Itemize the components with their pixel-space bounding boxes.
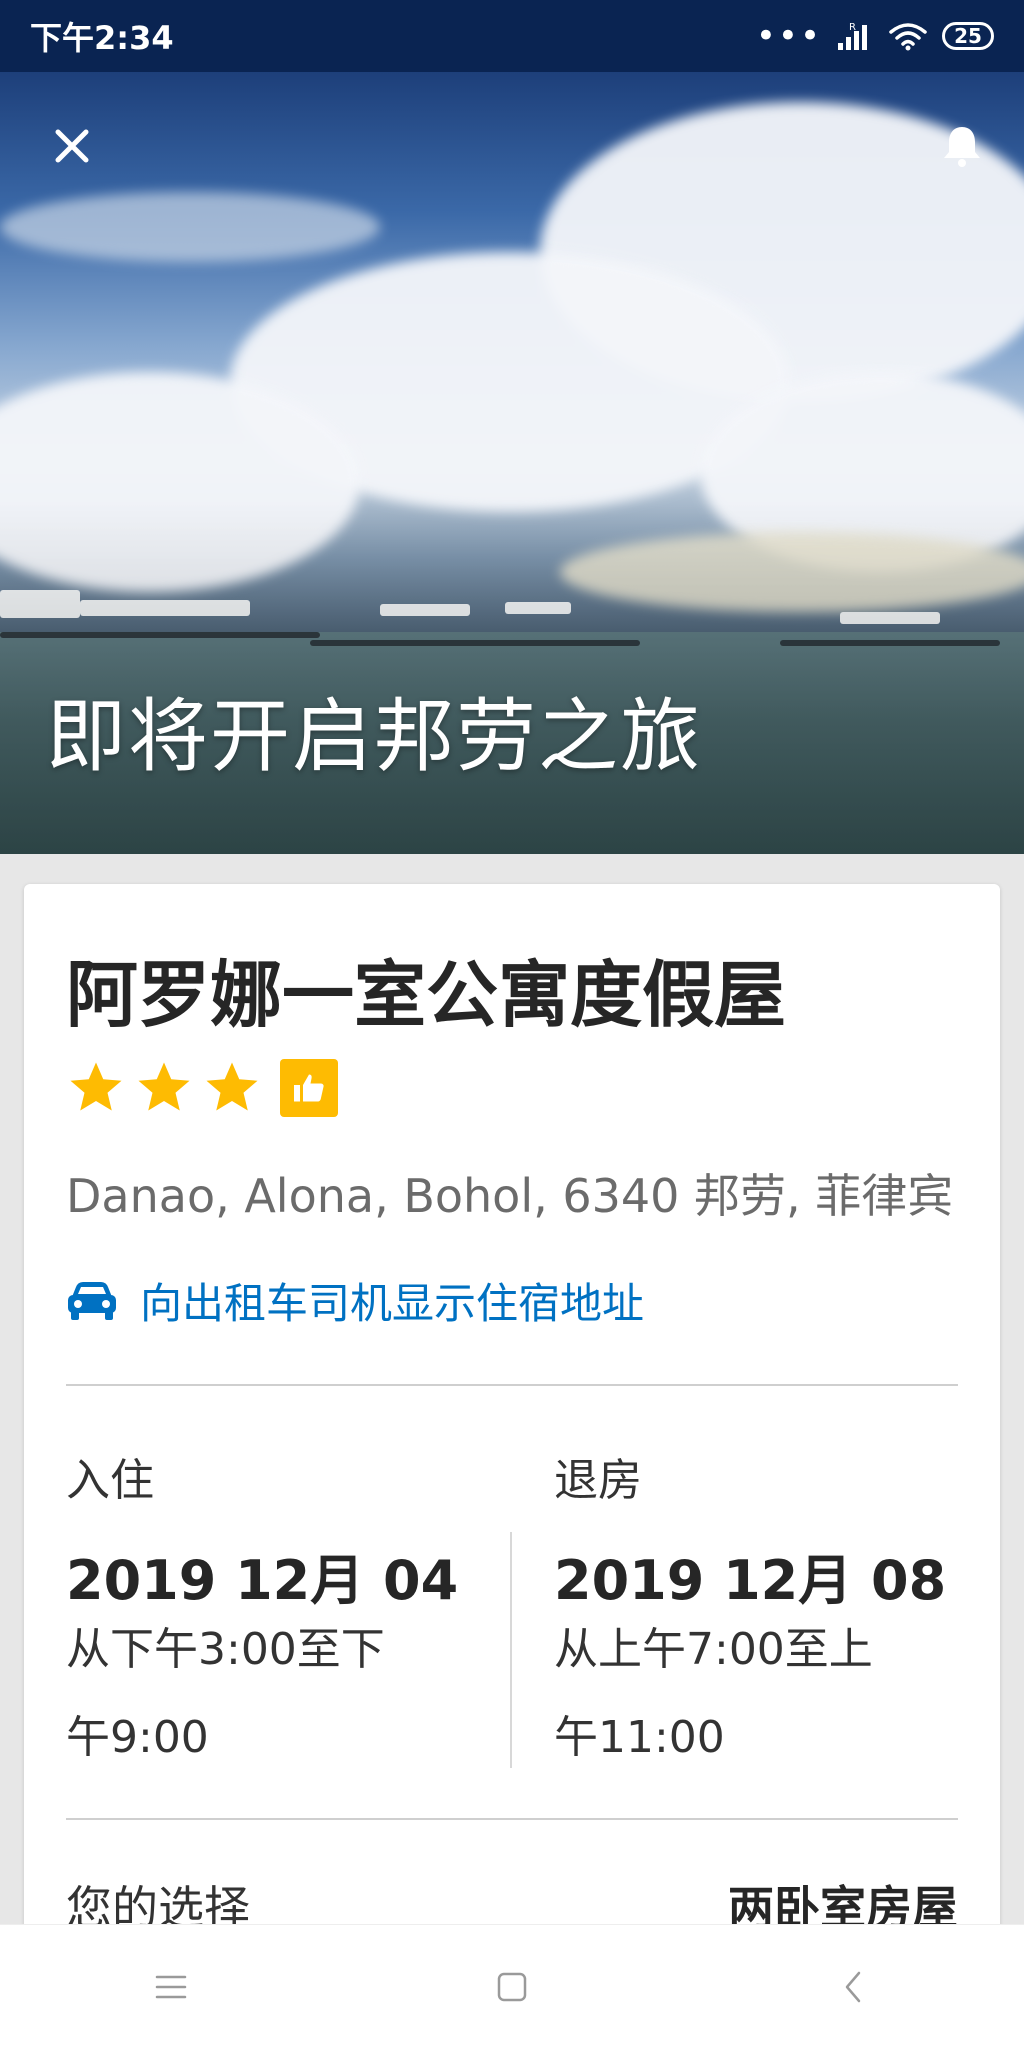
close-button[interactable] — [44, 118, 100, 174]
battery-indicator: 25 — [942, 22, 994, 50]
home-icon — [497, 1972, 527, 2002]
status-icons: ••• R 25 — [756, 19, 994, 53]
booking-card: 阿罗娜一室公寓度假屋 Danao, Alona, Bohol, 6340 邦劳,… — [24, 884, 1000, 1984]
status-time: 下午2:34 — [30, 19, 174, 57]
hero-title: 即将开启邦劳之旅 — [46, 690, 702, 783]
checkin-label: 入住 — [66, 1455, 154, 1506]
signal-label: R — [849, 22, 856, 33]
star-icon — [138, 1062, 190, 1111]
menu-icon — [155, 1975, 186, 1999]
show-address-to-taxi-link[interactable]: 向出租车司机显示住宿地址 — [66, 1270, 644, 1331]
checkout-label: 退房 — [554, 1455, 642, 1506]
preferred-badge — [280, 1059, 338, 1117]
more-dots-icon: ••• — [755, 16, 822, 56]
menu-button[interactable] — [131, 1947, 211, 2027]
divider — [66, 1818, 958, 1820]
battery-level: 25 — [954, 24, 982, 48]
status-bar: 下午2:34 ••• R 25 — [0, 0, 1024, 72]
property-address: Danao, Alona, Bohol, 6340 邦劳, 菲律宾 — [66, 1169, 954, 1223]
wifi-icon — [889, 23, 927, 51]
divider — [66, 1384, 958, 1386]
star-icon — [70, 1062, 122, 1111]
system-nav-bar — [0, 1924, 1024, 2049]
back-button[interactable] — [813, 1947, 893, 2027]
checkin-time: 从下午3:00至下午9:00 — [66, 1624, 385, 1763]
close-icon — [55, 129, 89, 163]
cell-signal-icon: R — [838, 22, 867, 50]
checkout-time: 从上午7:00至上午11:00 — [554, 1624, 873, 1763]
bell-icon — [944, 127, 980, 167]
checkout-date: 2019 12月 08 — [554, 1549, 947, 1612]
star-icon — [206, 1062, 258, 1111]
checkin-date: 2019 12月 04 — [66, 1549, 459, 1612]
property-name: 阿罗娜一室公寓度假屋 — [66, 953, 787, 1037]
back-icon — [846, 1971, 861, 2003]
thumbs-up-icon — [294, 1074, 324, 1102]
taxi-icon — [68, 1281, 116, 1320]
column-separator — [510, 1532, 512, 1768]
hero-banner: 即将开启邦劳之旅 — [0, 72, 1024, 854]
star-rating — [66, 1058, 338, 1118]
notification-button[interactable] — [934, 118, 990, 174]
taxi-link-label: 向出租车司机显示住宿地址 — [140, 1279, 645, 1328]
home-button[interactable] — [472, 1947, 552, 2027]
